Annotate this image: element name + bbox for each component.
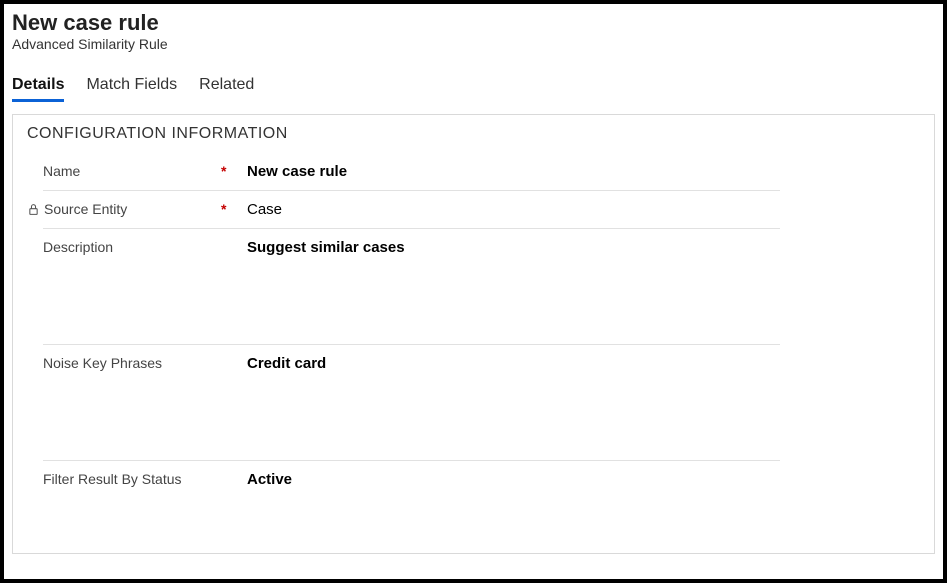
field-source-entity-label: Source Entity bbox=[43, 201, 221, 217]
page-header: New case rule Advanced Similarity Rule bbox=[12, 10, 935, 58]
field-source-entity-value[interactable]: Case bbox=[245, 201, 780, 218]
page-subtitle: Advanced Similarity Rule bbox=[12, 36, 935, 52]
field-description-value[interactable]: Suggest similar cases bbox=[245, 239, 780, 256]
tab-match-fields[interactable]: Match Fields bbox=[86, 76, 177, 100]
page-title: New case rule bbox=[12, 10, 935, 36]
field-source-entity-required: * bbox=[221, 201, 245, 217]
field-description-label: Description bbox=[43, 239, 221, 255]
field-name-value[interactable]: New case rule bbox=[245, 163, 780, 180]
field-name-required: * bbox=[221, 163, 245, 179]
field-filter-result-by-status: Filter Result By Status Active bbox=[43, 461, 780, 498]
configuration-section: CONFIGURATION INFORMATION Name * New cas… bbox=[12, 114, 935, 554]
field-source-entity: Source Entity * Case bbox=[43, 191, 780, 229]
tab-related[interactable]: Related bbox=[199, 76, 254, 100]
field-noise-key-phrases-value[interactable]: Credit card bbox=[245, 355, 780, 372]
tab-details[interactable]: Details bbox=[12, 76, 64, 100]
field-description: Description Suggest similar cases bbox=[43, 229, 780, 345]
field-name: Name * New case rule bbox=[43, 153, 780, 191]
section-title: CONFIGURATION INFORMATION bbox=[27, 125, 920, 143]
field-noise-key-phrases-label: Noise Key Phrases bbox=[43, 355, 221, 371]
field-noise-key-phrases: Noise Key Phrases Credit card bbox=[43, 345, 780, 461]
lock-icon bbox=[27, 203, 40, 216]
field-filter-result-by-status-label: Filter Result By Status bbox=[43, 471, 221, 487]
field-filter-result-by-status-value[interactable]: Active bbox=[245, 471, 780, 488]
tab-bar: Details Match Fields Related bbox=[12, 76, 935, 100]
field-name-label: Name bbox=[43, 163, 221, 179]
